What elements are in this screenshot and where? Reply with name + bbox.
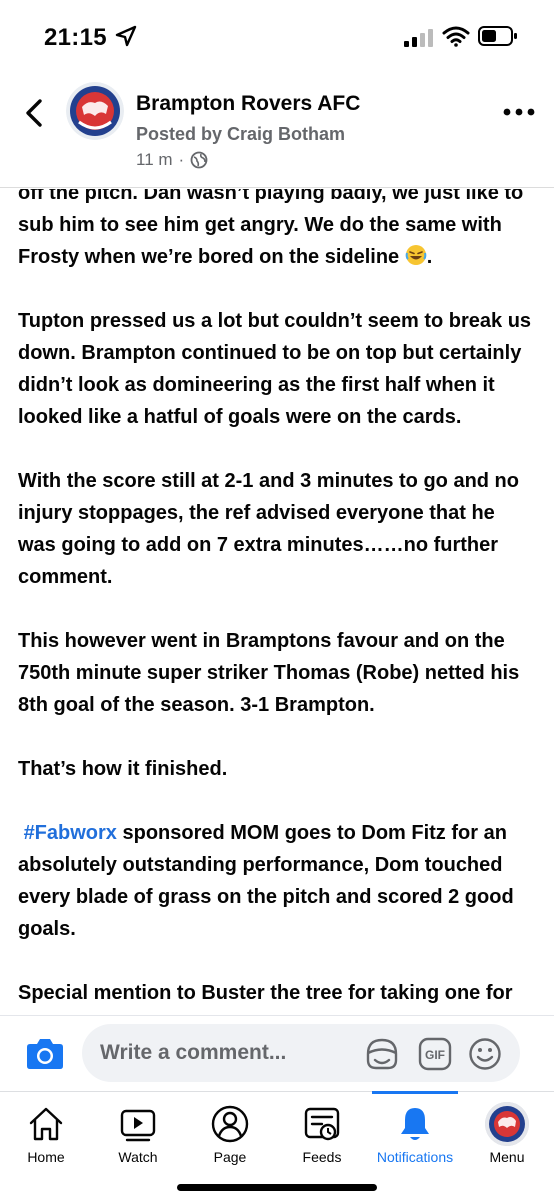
- comment-placeholder: Write a comment...: [100, 1041, 287, 1064]
- tab-label: Menu: [489, 1149, 525, 1165]
- emoji-icon[interactable]: [468, 1037, 502, 1071]
- page-icon: [211, 1105, 249, 1143]
- avatar-sticker-icon[interactable]: [364, 1036, 400, 1072]
- gif-icon[interactable]: GIF: [418, 1037, 452, 1071]
- comment-input[interactable]: Write a comment... GIF: [82, 1024, 520, 1082]
- post-body: off the pitch. Dan wasn’t playing badly,…: [0, 189, 554, 1015]
- post-paragraph: off the pitch. Dan wasn’t playing badly,…: [18, 189, 538, 273]
- tab-home[interactable]: Home: [0, 1092, 92, 1182]
- post-meta: 11 m ·: [136, 150, 208, 170]
- post-paragraph-text: off the pitch. Dan wasn’t playing badly,…: [18, 189, 524, 268]
- wifi-icon: [442, 26, 470, 47]
- battery-icon: [478, 26, 517, 46]
- comment-bar: Write a comment... GIF: [0, 1015, 554, 1091]
- cellular-signal-icon: [404, 29, 433, 47]
- hashtag-link[interactable]: #Fabworx: [24, 822, 117, 844]
- meta-dot: ·: [178, 150, 185, 169]
- tab-label: Page: [213, 1149, 247, 1165]
- post-paragraph: With the score still at 2-1 and 3 minute…: [18, 470, 519, 588]
- tab-label: Feeds: [302, 1149, 342, 1165]
- laughing-emoji-icon: [405, 245, 427, 265]
- home-indicator: [177, 1184, 377, 1191]
- bell-icon: [401, 1108, 429, 1140]
- post-text: off the pitch. Dan wasn’t playing badly,…: [18, 189, 538, 1015]
- post-paragraph: That’s how it finished.: [18, 758, 228, 780]
- status-time: 21:15: [44, 24, 107, 51]
- feeds-icon: [304, 1107, 340, 1141]
- svg-text:GIF: GIF: [425, 1048, 445, 1062]
- tab-menu[interactable]: Menu: [461, 1092, 553, 1182]
- more-options-icon[interactable]: [502, 106, 536, 118]
- post-header: Brampton Rovers AFC Posted by Craig Both…: [0, 70, 554, 188]
- camera-icon[interactable]: [26, 1036, 64, 1070]
- tab-feeds[interactable]: Feeds: [276, 1092, 368, 1182]
- watch-icon: [120, 1109, 156, 1142]
- tab-label: Notifications: [376, 1149, 454, 1165]
- page-name[interactable]: Brampton Rovers AFC: [136, 92, 360, 116]
- post-paragraph: This however went in Bramptons favour an…: [18, 630, 520, 716]
- tab-label: Watch: [118, 1149, 158, 1165]
- club-crest-icon: [66, 82, 124, 140]
- post-time: 11 m: [136, 150, 173, 169]
- menu-avatar: [485, 1102, 529, 1146]
- posted-by-text: Posted by Craig Botham: [136, 124, 346, 144]
- status-bar: 21:15: [0, 0, 554, 70]
- club-crest-icon: [485, 1102, 529, 1146]
- back-chevron-icon[interactable]: [22, 98, 46, 128]
- location-arrow-icon: [115, 25, 137, 47]
- tab-watch[interactable]: Watch: [92, 1092, 184, 1182]
- post-paragraph: Special mention to Buster the tree for t…: [18, 982, 513, 1015]
- post-paragraph: Tupton pressed us a lot but couldn’t see…: [18, 310, 532, 428]
- home-icon: [29, 1107, 63, 1141]
- tab-label: Home: [27, 1149, 65, 1165]
- tab-notifications[interactable]: Notifications: [369, 1092, 461, 1182]
- tab-page[interactable]: Page: [184, 1092, 276, 1182]
- page-avatar[interactable]: [66, 82, 124, 140]
- globe-icon: [190, 151, 208, 169]
- post-paragraph: #Fabworx sponsored MOM goes to Dom Fitz …: [18, 817, 538, 945]
